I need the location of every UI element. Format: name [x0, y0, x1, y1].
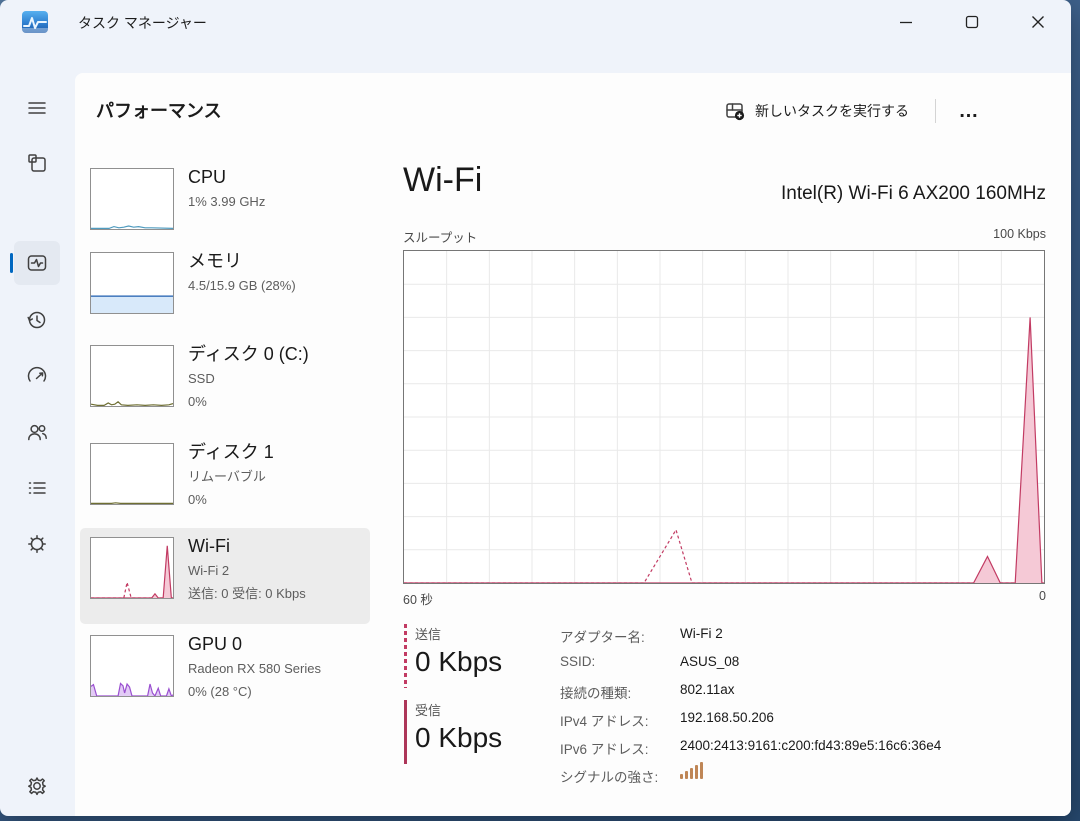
titlebar: タスク マネージャー — [0, 0, 1071, 44]
wifi-mini-chart — [90, 537, 174, 599]
perf-item-disk0[interactable]: ディスク 0 (C:) SSD 0% — [80, 336, 370, 432]
navigation-rail — [0, 44, 75, 816]
run-new-task-button[interactable]: 新しいタスクを実行する — [713, 93, 921, 129]
perf-item-sub: SSD — [188, 367, 309, 390]
sidebar-item-services[interactable] — [14, 522, 60, 566]
sidebar-item-startup-apps[interactable] — [14, 354, 60, 398]
send-legend-bar — [404, 624, 407, 688]
detail-value: 2400:2413:9161:c200:fd43:89e5:16c6:36e4 — [680, 738, 941, 753]
detail-label: IPv6 アドレス: — [560, 738, 649, 758]
time-axis-label: 60 秒 — [403, 589, 433, 608]
more-options-button[interactable]: … — [947, 93, 991, 129]
perf-item-memory[interactable]: メモリ 4.5/15.9 GB (28%) — [80, 243, 370, 339]
detail-label: シグナルの強さ: — [560, 766, 658, 786]
performance-panel: パフォーマンス 新しいタスクを実行する … CPU 1% 3.99 GHz — [75, 73, 1071, 816]
hamburger-menu-button[interactable] — [14, 86, 60, 130]
close-button[interactable] — [1005, 0, 1071, 44]
task-manager-app-icon — [22, 11, 48, 33]
sidebar-item-settings[interactable] — [14, 764, 60, 808]
receive-stat: 受信 0 Kbps — [415, 700, 502, 754]
perf-item-sub: 0% — [188, 390, 309, 413]
memory-mini-chart — [90, 252, 174, 314]
send-stat: 送信 0 Kbps — [415, 624, 502, 678]
maximize-button[interactable] — [939, 0, 1005, 44]
detail-label: SSID: — [560, 654, 595, 669]
sidebar-item-users[interactable] — [14, 410, 60, 454]
users-icon — [26, 421, 48, 443]
gpu-mini-chart — [90, 635, 174, 697]
minimize-button[interactable] — [873, 0, 939, 44]
run-new-task-label: 新しいタスクを実行する — [755, 101, 909, 121]
receive-value: 0 Kbps — [415, 722, 502, 754]
app-history-icon — [26, 309, 48, 331]
sidebar-item-performance[interactable] — [14, 241, 60, 285]
performance-icon — [26, 252, 48, 274]
detail-value: Wi-Fi 2 — [680, 626, 723, 641]
perf-item-sub: 0% (28 °C) — [188, 680, 321, 703]
services-icon — [26, 533, 48, 555]
resource-title: Wi-Fi — [403, 161, 482, 200]
disk0-mini-chart — [90, 345, 174, 407]
cpu-mini-chart — [90, 168, 174, 230]
signal-strength-icon — [680, 761, 703, 779]
perf-item-title: メモリ — [188, 248, 296, 274]
detail-label: 接続の種類: — [560, 682, 631, 702]
perf-item-title: GPU 0 — [188, 631, 321, 657]
adapter-model: Intel(R) Wi-Fi 6 AX200 160MHz — [781, 183, 1046, 205]
perf-item-title: ディスク 0 (C:) — [188, 341, 309, 367]
send-label: 送信 — [415, 624, 502, 643]
throughput-chart — [403, 250, 1045, 584]
task-manager-window: タスク マネージャー — [0, 0, 1071, 816]
perf-item-gpu[interactable]: GPU 0 Radeon RX 580 Series 0% (28 °C) — [80, 626, 370, 722]
detail-label: IPv4 アドレス: — [560, 710, 649, 730]
throughput-label: スループット — [403, 227, 477, 246]
new-task-icon — [725, 101, 745, 121]
perf-item-sub: Radeon RX 580 Series — [188, 657, 321, 680]
perf-item-title: CPU — [188, 164, 265, 190]
send-value: 0 Kbps — [415, 646, 502, 678]
settings-icon — [26, 775, 48, 797]
selected-indicator — [10, 253, 13, 273]
perf-item-sub: 4.5/15.9 GB (28%) — [188, 274, 296, 297]
window-title: タスク マネージャー — [78, 13, 207, 33]
perf-item-sub: 0% — [188, 488, 274, 511]
perf-item-sub: 1% 3.99 GHz — [188, 190, 265, 213]
time-axis-zero: 0 — [1039, 589, 1046, 603]
sidebar-item-app-history[interactable] — [14, 298, 60, 342]
perf-item-cpu[interactable]: CPU 1% 3.99 GHz — [80, 159, 370, 255]
perf-item-sub: Wi-Fi 2 — [188, 559, 306, 582]
details-icon — [26, 477, 48, 499]
startup-apps-icon — [26, 365, 48, 387]
processes-icon — [26, 152, 48, 174]
receive-legend-bar — [404, 700, 407, 764]
disk1-mini-chart — [90, 443, 174, 505]
perf-item-wifi[interactable]: Wi-Fi Wi-Fi 2 送信: 0 受信: 0 Kbps — [80, 528, 370, 624]
sidebar-item-details[interactable] — [14, 466, 60, 510]
page-title: パフォーマンス — [96, 97, 222, 123]
detail-value: 192.168.50.206 — [680, 710, 774, 725]
detail-value: ASUS_08 — [680, 654, 739, 669]
perf-item-sub: 送信: 0 受信: 0 Kbps — [188, 582, 306, 605]
perf-item-disk1[interactable]: ディスク 1 リムーバブル 0% — [80, 434, 370, 530]
perf-item-title: Wi-Fi — [188, 533, 306, 559]
receive-label: 受信 — [415, 700, 502, 719]
ellipsis-icon: … — [959, 100, 980, 123]
perf-item-sub: リムーバブル — [188, 465, 274, 488]
detail-value: 802.11ax — [680, 682, 735, 697]
toolbar-divider — [935, 99, 936, 123]
detail-label: アダプター名: — [560, 626, 645, 646]
perf-item-title: ディスク 1 — [188, 439, 274, 465]
sidebar-item-processes[interactable] — [14, 141, 60, 185]
hamburger-icon — [26, 97, 48, 119]
scale-max-label: 100 Kbps — [993, 227, 1046, 241]
